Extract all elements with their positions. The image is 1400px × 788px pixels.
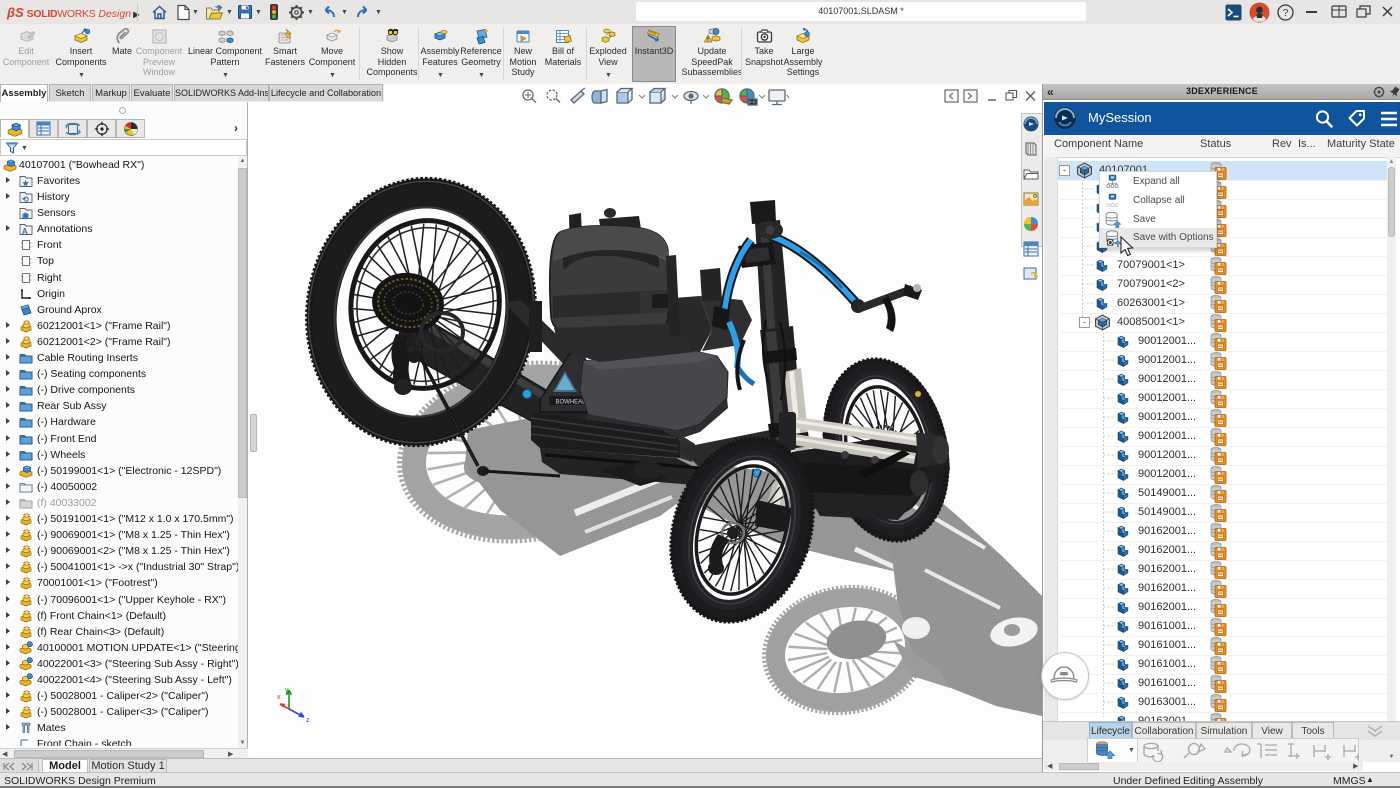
svg-text:?: ? <box>1283 8 1289 19</box>
svg-text:BOWHEAD: BOWHEAD <box>555 400 587 406</box>
